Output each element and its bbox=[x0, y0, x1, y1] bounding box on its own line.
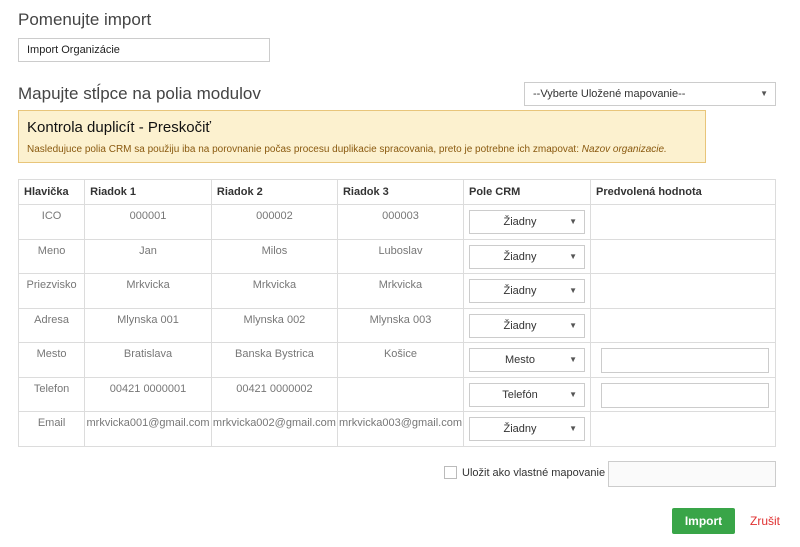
row3-cell: Mrkvicka bbox=[336, 273, 464, 309]
crm-field-cell: Telefón ▼ bbox=[462, 376, 591, 412]
row2-cell: mrkvicka002@gmail.com bbox=[210, 411, 338, 447]
default-value-input[interactable] bbox=[600, 348, 769, 373]
cancel-link[interactable]: Zrušit bbox=[750, 514, 780, 528]
mapping-name-input[interactable] bbox=[608, 461, 776, 487]
crm-field-select[interactable]: Telefón ▼ bbox=[468, 382, 585, 407]
caret-down-icon: ▼ bbox=[569, 320, 577, 330]
row3-cell bbox=[336, 376, 464, 412]
crm-field-select[interactable]: Žiadny ▼ bbox=[468, 279, 585, 303]
save-mapping-checkbox[interactable] bbox=[444, 466, 457, 479]
crm-field-select[interactable]: Mesto ▼ bbox=[468, 348, 585, 372]
default-value-cell bbox=[589, 204, 777, 240]
header-cell: Meno bbox=[17, 238, 86, 274]
caret-down-icon: ▼ bbox=[569, 251, 577, 261]
header-cell: ICO bbox=[17, 204, 86, 240]
mapping-table: Hlavička Riadok 1 Riadok 2 Riadok 3 Pole… bbox=[17, 179, 777, 447]
crm-field-cell: Žiadny ▼ bbox=[462, 307, 591, 343]
table-row: Mesto Bratislava Banska Bystrica Košice Mest… bbox=[17, 342, 777, 378]
header-cell: Email bbox=[17, 411, 86, 447]
alert-field: Nazov organizacie. bbox=[581, 144, 667, 155]
col-row3: Riadok 3 bbox=[336, 179, 464, 205]
crm-field-cell: Mesto ▼ bbox=[462, 342, 591, 378]
duplicate-check-alert: Kontrola duplicít - Preskočiť Nasledujuc… bbox=[18, 110, 706, 163]
caret-down-icon: ▼ bbox=[760, 89, 768, 98]
row1-cell: mrkvicka001@gmail.com bbox=[84, 411, 212, 447]
import-button[interactable]: Import bbox=[672, 508, 735, 534]
row3-cell: Mlynska 003 bbox=[336, 307, 464, 343]
table-row: Meno Jan Milos Luboslav Žiadny ▼ bbox=[17, 238, 777, 274]
crm-field-cell: Žiadny ▼ bbox=[462, 273, 591, 309]
caret-down-icon: ▼ bbox=[569, 217, 577, 226]
header-cell: Adresa bbox=[17, 307, 86, 343]
caret-down-icon: ▼ bbox=[569, 424, 577, 433]
header-cell: Telefon bbox=[17, 376, 86, 412]
col-row2: Riadok 2 bbox=[210, 179, 338, 205]
row2-cell: Banska Bystrica bbox=[210, 342, 338, 378]
crm-field-select-label: Žiadny bbox=[503, 285, 537, 297]
crm-field-select-label: Žiadny bbox=[503, 319, 537, 332]
row2-cell: 000002 bbox=[210, 204, 338, 240]
default-value-cell bbox=[589, 376, 777, 412]
crm-field-select[interactable]: Žiadny ▼ bbox=[468, 313, 585, 338]
crm-field-select-label: Mesto bbox=[505, 354, 535, 366]
table-row: Priezvisko Mrkvicka Mrkvicka Mrkvicka Žiadny… bbox=[17, 273, 777, 309]
crm-field-cell: Žiadny ▼ bbox=[462, 238, 591, 274]
row2-cell: Mlynska 002 bbox=[210, 307, 338, 343]
row3-cell: 000003 bbox=[336, 204, 464, 240]
crm-field-cell: Žiadny ▼ bbox=[462, 411, 591, 447]
row1-cell: Mrkvicka bbox=[84, 273, 212, 309]
row3-cell: Košice bbox=[336, 342, 464, 378]
caret-down-icon: ▼ bbox=[569, 355, 577, 364]
table-row: ICO 000001 000002 000003 Žiadny ▼ bbox=[17, 204, 777, 240]
default-value-cell bbox=[589, 342, 777, 378]
page-title: Pomenujte import bbox=[18, 10, 152, 29]
col-header: Hlavička bbox=[17, 179, 86, 205]
default-value-cell bbox=[589, 273, 777, 309]
caret-down-icon: ▼ bbox=[569, 286, 577, 295]
alert-title: Kontrola duplicít - Preskočiť bbox=[27, 119, 212, 136]
crm-field-select[interactable]: Žiadny ▼ bbox=[468, 417, 585, 441]
row3-cell: Luboslav bbox=[336, 238, 464, 274]
default-value-cell bbox=[589, 238, 777, 274]
row1-cell: Mlynska 001 bbox=[84, 307, 212, 343]
saved-mapping-select-label: --Vyberte Uložené mapovanie-- bbox=[533, 88, 686, 100]
row1-cell: Jan bbox=[84, 238, 212, 274]
import-name-input[interactable]: Import Organizácie bbox=[18, 38, 270, 62]
crm-field-cell: Žiadny ▼ bbox=[462, 204, 591, 240]
crm-field-select[interactable]: Žiadny ▼ bbox=[468, 244, 585, 269]
crm-field-select-label: Žiadny bbox=[503, 423, 537, 435]
row1-cell: 000001 bbox=[84, 204, 212, 240]
crm-field-select-label: Žiadny bbox=[503, 216, 537, 228]
default-value-input[interactable] bbox=[600, 382, 769, 408]
col-row1: Riadok 1 bbox=[84, 179, 212, 205]
save-mapping-label: Uložit ako vlastné mapovanie bbox=[462, 467, 606, 479]
caret-down-icon: ▼ bbox=[569, 389, 577, 399]
table-row: Telefon 00421 0000001 00421 0000002 Telefón… bbox=[17, 376, 777, 412]
row2-cell: Mrkvicka bbox=[210, 273, 338, 309]
mapping-title: Mapujte stĺpce na polia modulov bbox=[18, 84, 261, 103]
row2-cell: Milos bbox=[210, 238, 338, 274]
alert-text: Nasledujuce polia CRM sa použiju iba na … bbox=[27, 144, 697, 155]
table-row: Adresa Mlynska 001 Mlynska 002 Mlynska 003 Ž… bbox=[17, 307, 777, 343]
default-value-cell bbox=[589, 307, 777, 343]
table-header-row: Hlavička Riadok 1 Riadok 2 Riadok 3 Pole… bbox=[17, 179, 777, 205]
header-cell: Mesto bbox=[17, 342, 86, 378]
row2-cell: 00421 0000002 bbox=[210, 376, 338, 412]
saved-mapping-select[interactable]: --Vyberte Uložené mapovanie-- ▼ bbox=[524, 82, 776, 106]
col-default-value: Predvolená hodnota bbox=[589, 179, 777, 205]
table-row: Email mrkvicka001@gmail.com mrkvicka002@gm… bbox=[17, 411, 777, 447]
header-cell: Priezvisko bbox=[17, 273, 86, 309]
crm-field-select-label: Žiadny bbox=[503, 250, 537, 263]
alert-message: Nasledujuce polia CRM sa použiju iba na … bbox=[27, 144, 582, 155]
col-crm-field: Pole CRM bbox=[462, 179, 591, 205]
row3-cell: mrkvicka003@gmail.com bbox=[336, 411, 464, 447]
default-value-cell bbox=[589, 411, 777, 447]
row1-cell: 00421 0000001 bbox=[84, 376, 212, 412]
crm-field-select[interactable]: Žiadny ▼ bbox=[468, 210, 585, 234]
row1-cell: Bratislava bbox=[84, 342, 212, 378]
crm-field-select-label: Telefón bbox=[502, 388, 538, 401]
